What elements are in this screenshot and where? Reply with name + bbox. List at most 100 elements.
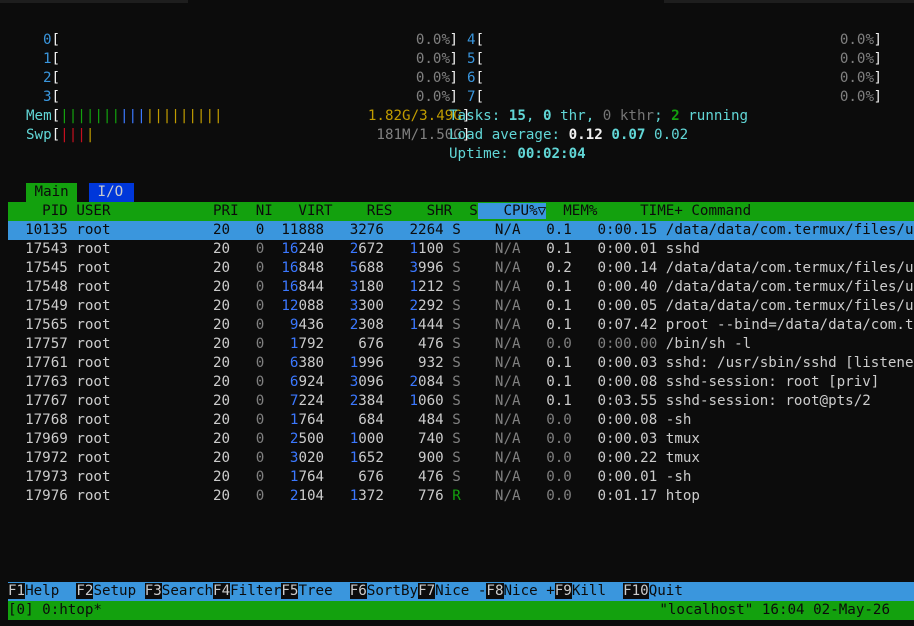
priority-cell: 20 [153,298,231,314]
process-row[interactable]: 17969 root 20 0 2500 1000 740 S N/A 0.0 … [8,430,914,449]
process-row[interactable]: 17763 root 20 0 6924 3096 2084 S N/A 0.1… [8,373,914,392]
mem-cell: 0.1 [529,222,572,238]
column-header-res[interactable]: RES [333,203,393,219]
command-cell: /data/data/com.termux/files/usr [665,222,914,238]
res-cell: 684 [332,412,384,428]
time-cell: 0:03.55 [580,393,658,409]
tab-io[interactable]: I/O [89,183,134,202]
column-header-pid[interactable]: PID [17,203,68,219]
process-row[interactable]: 17548 root 20 0 16844 3180 1212 S N/A 0.… [8,278,914,297]
command-cell: -sh [665,412,692,428]
fkey-f5[interactable]: F5Tree [281,583,349,599]
fkey-f9[interactable]: F9Kill [554,583,623,599]
cpu-cell: N/A [477,279,521,295]
column-header-pri[interactable]: PRI [153,203,239,219]
process-row[interactable]: 17768 root 20 0 1764 684 484 S N/A 0.0 0… [8,411,914,430]
command-cell: htop [665,488,700,504]
process-table-header[interactable]: PID USER PRI NI VIRT RES SHR S CPU%▽ MEM… [8,202,914,221]
shr-cell: 932 [392,355,444,371]
fkey-number: F2 [76,583,94,599]
fkey-f7[interactable]: F7Nice - [418,583,486,599]
process-row[interactable]: 17545 root 20 0 16848 5688 3996 S N/A 0.… [8,259,914,278]
user-cell: root [76,412,154,428]
process-row[interactable]: 17565 root 20 0 9436 2308 1444 S N/A 0.1… [8,316,914,335]
user-cell: root [76,298,154,314]
pid-cell: 17757 [16,336,68,352]
column-header-s[interactable]: S [452,203,478,219]
fkey-number: F7 [418,583,436,599]
process-row[interactable]: 17767 root 20 0 7224 2384 1060 S N/A 0.1… [8,392,914,411]
threads-label: thr [560,108,586,124]
res-cell: 3276 [332,222,384,238]
fkey-f3[interactable]: F3Search [144,583,213,599]
cpu-id: 2 [43,70,52,86]
fkey-f2[interactable]: F2Setup [76,583,144,599]
time-cell: 0:01.17 [580,488,658,504]
column-header-cpu[interactable]: CPU%▽ [477,203,547,219]
nice-cell: 0 [230,374,265,390]
process-row[interactable]: 10135 root 20 0 11888 3276 2264 S N/A 0.… [8,221,914,240]
shr-cell: 2264 [392,222,444,238]
user-cell: root [76,450,154,466]
user-cell: root [76,222,154,238]
cpu-cell: N/A [477,431,521,447]
process-row[interactable]: 17973 root 20 0 1764 676 476 S N/A 0.0 0… [8,468,914,487]
column-header-user[interactable]: USER [68,203,153,219]
load-label: Load average: [449,127,561,143]
mem-cell: 0.1 [529,279,572,295]
process-row[interactable]: 17543 root 20 0 16240 2672 1100 S N/A 0.… [8,240,914,259]
column-header-mem[interactable]: MEM% [546,203,597,219]
kthreads-count: 0 [602,108,612,124]
running-label: running [688,108,749,124]
state-cell: S [452,336,461,352]
process-row[interactable]: 17757 root 20 0 1792 676 476 S N/A 0.0 0… [8,335,914,354]
priority-cell: 20 [153,317,231,333]
swap-bar: |||| 181M/1.50G [60,127,462,143]
column-header-shr[interactable]: SHR [392,203,453,219]
process-row[interactable]: 17972 root 20 0 3020 1652 900 S N/A 0.0 … [8,449,914,468]
fkey-f6[interactable]: F6SortBy [349,583,418,599]
virt-cell: 3020 [272,450,325,466]
process-row[interactable]: 17549 root 20 0 12088 3300 2292 S N/A 0.… [8,297,914,316]
nice-cell: 0 [230,222,265,238]
tasks-count: 15 [508,108,526,124]
command-cell: /bin/sh -l [665,336,752,352]
column-header-virt[interactable]: VIRT [273,203,332,219]
fkey-f10[interactable]: F10Quit [623,583,700,599]
pid-cell: 17767 [16,393,68,409]
column-header-ni[interactable]: NI [239,203,273,219]
fkey-f4[interactable]: F4Filter [213,583,281,599]
fkey-f1[interactable]: F1Help [8,583,76,599]
fkey-f8[interactable]: F8Nice + [486,583,555,599]
pid-cell: 17761 [16,355,68,371]
res-cell: 1372 [332,488,384,504]
cpu-percent: 0.0% [415,32,450,48]
cpu-meter: 5[0.0%] [467,51,882,67]
priority-cell: 20 [153,450,231,466]
cpu-id: 6 [467,70,476,86]
cpu-id: 3 [43,89,52,105]
priority-cell: 20 [153,222,231,238]
cpu-meter: 7[0.0%] [467,89,882,105]
tmux-window[interactable]: [0] 0:htop* [8,602,102,618]
tmux-status-bar: [0] 0:htop* "localhost" 16:04 02-May-26 [8,601,914,620]
tmux-host: "localhost" [659,602,754,618]
virt-cell: 12088 [272,298,325,314]
command-cell: tmux [665,431,700,447]
shr-cell: 1212 [392,279,444,295]
res-cell: 1000 [332,431,384,447]
mem-cell: 0.0 [529,431,572,447]
nice-cell: 0 [230,431,265,447]
process-row[interactable]: 17976 root 20 0 2104 1372 776 R N/A 0.0 … [8,487,914,506]
column-header-time+[interactable]: TIME+ [597,203,683,219]
mem-cell: 0.0 [529,469,572,485]
column-header-command[interactable]: Command [683,203,862,219]
tab-main[interactable]: Main [26,183,77,202]
virt-cell: 2500 [272,431,325,447]
cpu-cell: N/A [477,336,521,352]
process-row[interactable]: 17761 root 20 0 6380 1996 932 S N/A 0.1 … [8,354,914,373]
tab-io-label: I/O [97,184,124,200]
time-cell: 0:00.15 [580,222,658,238]
state-cell: S [452,393,461,409]
state-cell: S [452,450,461,466]
